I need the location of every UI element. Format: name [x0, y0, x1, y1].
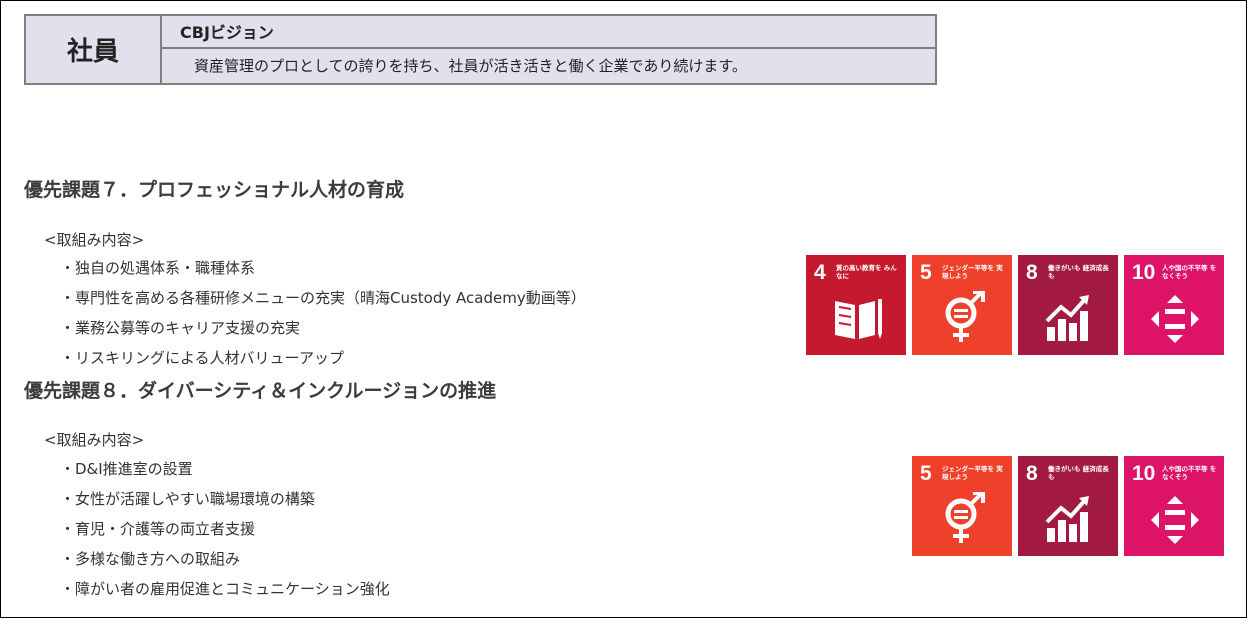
section-7-subheading: <取組み内容>	[44, 231, 145, 249]
list-item: ・D&I推進室の設置	[60, 460, 193, 478]
growth-chart-icon	[1045, 295, 1089, 341]
sdg-4-tile: 4 質の高い教育を みんなに	[806, 255, 906, 355]
equality-arrows-icon	[1151, 295, 1199, 343]
vision-table: 社員 CBJビジョン 資産管理のプロとしての誇りを持ち、社員が活き活きと働く企業…	[24, 14, 937, 85]
sdg-caption: 働きがいも 経済成長も	[1048, 264, 1109, 280]
list-item: ・女性が活躍しやすい職場環境の構築	[60, 490, 315, 508]
section-8-list: ・D&I推進室の設置 ・女性が活躍しやすい職場環境の構築 ・育児・介護等の両立者…	[60, 454, 390, 604]
list-item: ・独自の処遇体系・職種体系	[60, 259, 256, 277]
section-7-heading: 優先課題７．プロフェッショナル人材の育成	[24, 179, 405, 201]
list-item: ・育児・介護等の両立者支援	[60, 520, 256, 538]
list-item: ・リスキリングによる人材バリューアップ	[60, 349, 344, 367]
section-8-subheading: <取組み内容>	[44, 431, 145, 449]
sdg-5-tile: 5 ジェンダー平等を 実現しよう	[912, 255, 1012, 355]
sdg-8-tile: 8 働きがいも 経済成長も	[1018, 456, 1118, 556]
sdg-number: 10	[1132, 462, 1156, 485]
sdg-number: 8	[1026, 261, 1038, 284]
vision-category-label: 社員	[26, 16, 162, 83]
sdg-caption: 人や国の不平等 をなくそう	[1162, 264, 1217, 280]
growth-chart-icon	[1045, 496, 1089, 542]
sdg-number: 8	[1026, 462, 1038, 485]
sdg-number: 5	[920, 462, 932, 485]
sdg-caption: ジェンダー平等を 実現しよう	[942, 264, 1003, 280]
section-7-list: ・独自の処遇体系・職種体系 ・専門性を高める各種研修メニューの充実（晴海Cust…	[60, 253, 586, 373]
sdg-10-tile: 10 人や国の不平等 をなくそう	[1124, 255, 1224, 355]
section-8-heading: 優先課題８．ダイバーシティ＆インクルージョンの推進	[24, 380, 497, 402]
list-item: ・業務公募等のキャリア支援の充実	[60, 319, 301, 337]
sdg-caption: ジェンダー平等を 実現しよう	[942, 465, 1003, 481]
sdg-10-tile: 10 人や国の不平等 をなくそう	[1124, 456, 1224, 556]
sdg-8-tile: 8 働きがいも 経済成長も	[1018, 255, 1118, 355]
list-item: ・専門性を高める各種研修メニューの充実（晴海Custody Academy動画等…	[60, 289, 586, 307]
sdg-caption: 人や国の不平等 をなくそう	[1162, 465, 1217, 481]
section-8-sdg-icons: 5 ジェンダー平等を 実現しよう 8 働きがいも 経済成長も 10 人や国の不平…	[912, 456, 1224, 556]
sdg-5-tile: 5 ジェンダー平等を 実現しよう	[912, 456, 1012, 556]
sdg-number: 4	[814, 261, 826, 284]
list-item: ・障がい者の雇用促進とコミュニケーション強化	[60, 580, 390, 598]
section-7-sdg-icons: 4 質の高い教育を みんなに 5 ジェンダー平等を 実現しよう 8 働きがいも …	[806, 255, 1224, 355]
sdg-number: 10	[1132, 261, 1156, 284]
vision-statement: 資産管理のプロとしての誇りを持ち、社員が活き活きと働く企業であり続けます。	[194, 57, 747, 75]
book-icon	[835, 299, 882, 339]
equality-arrows-icon	[1151, 496, 1199, 544]
sdg-caption: 働きがいも 経済成長も	[1048, 465, 1109, 481]
vision-title: CBJビジョン	[162, 16, 935, 49]
sdg-caption: 質の高い教育を みんなに	[836, 264, 897, 280]
gender-equality-icon	[945, 291, 985, 342]
sdg-number: 5	[920, 261, 932, 284]
list-item: ・多様な働き方への取組み	[60, 550, 241, 568]
gender-equality-icon	[945, 492, 985, 543]
